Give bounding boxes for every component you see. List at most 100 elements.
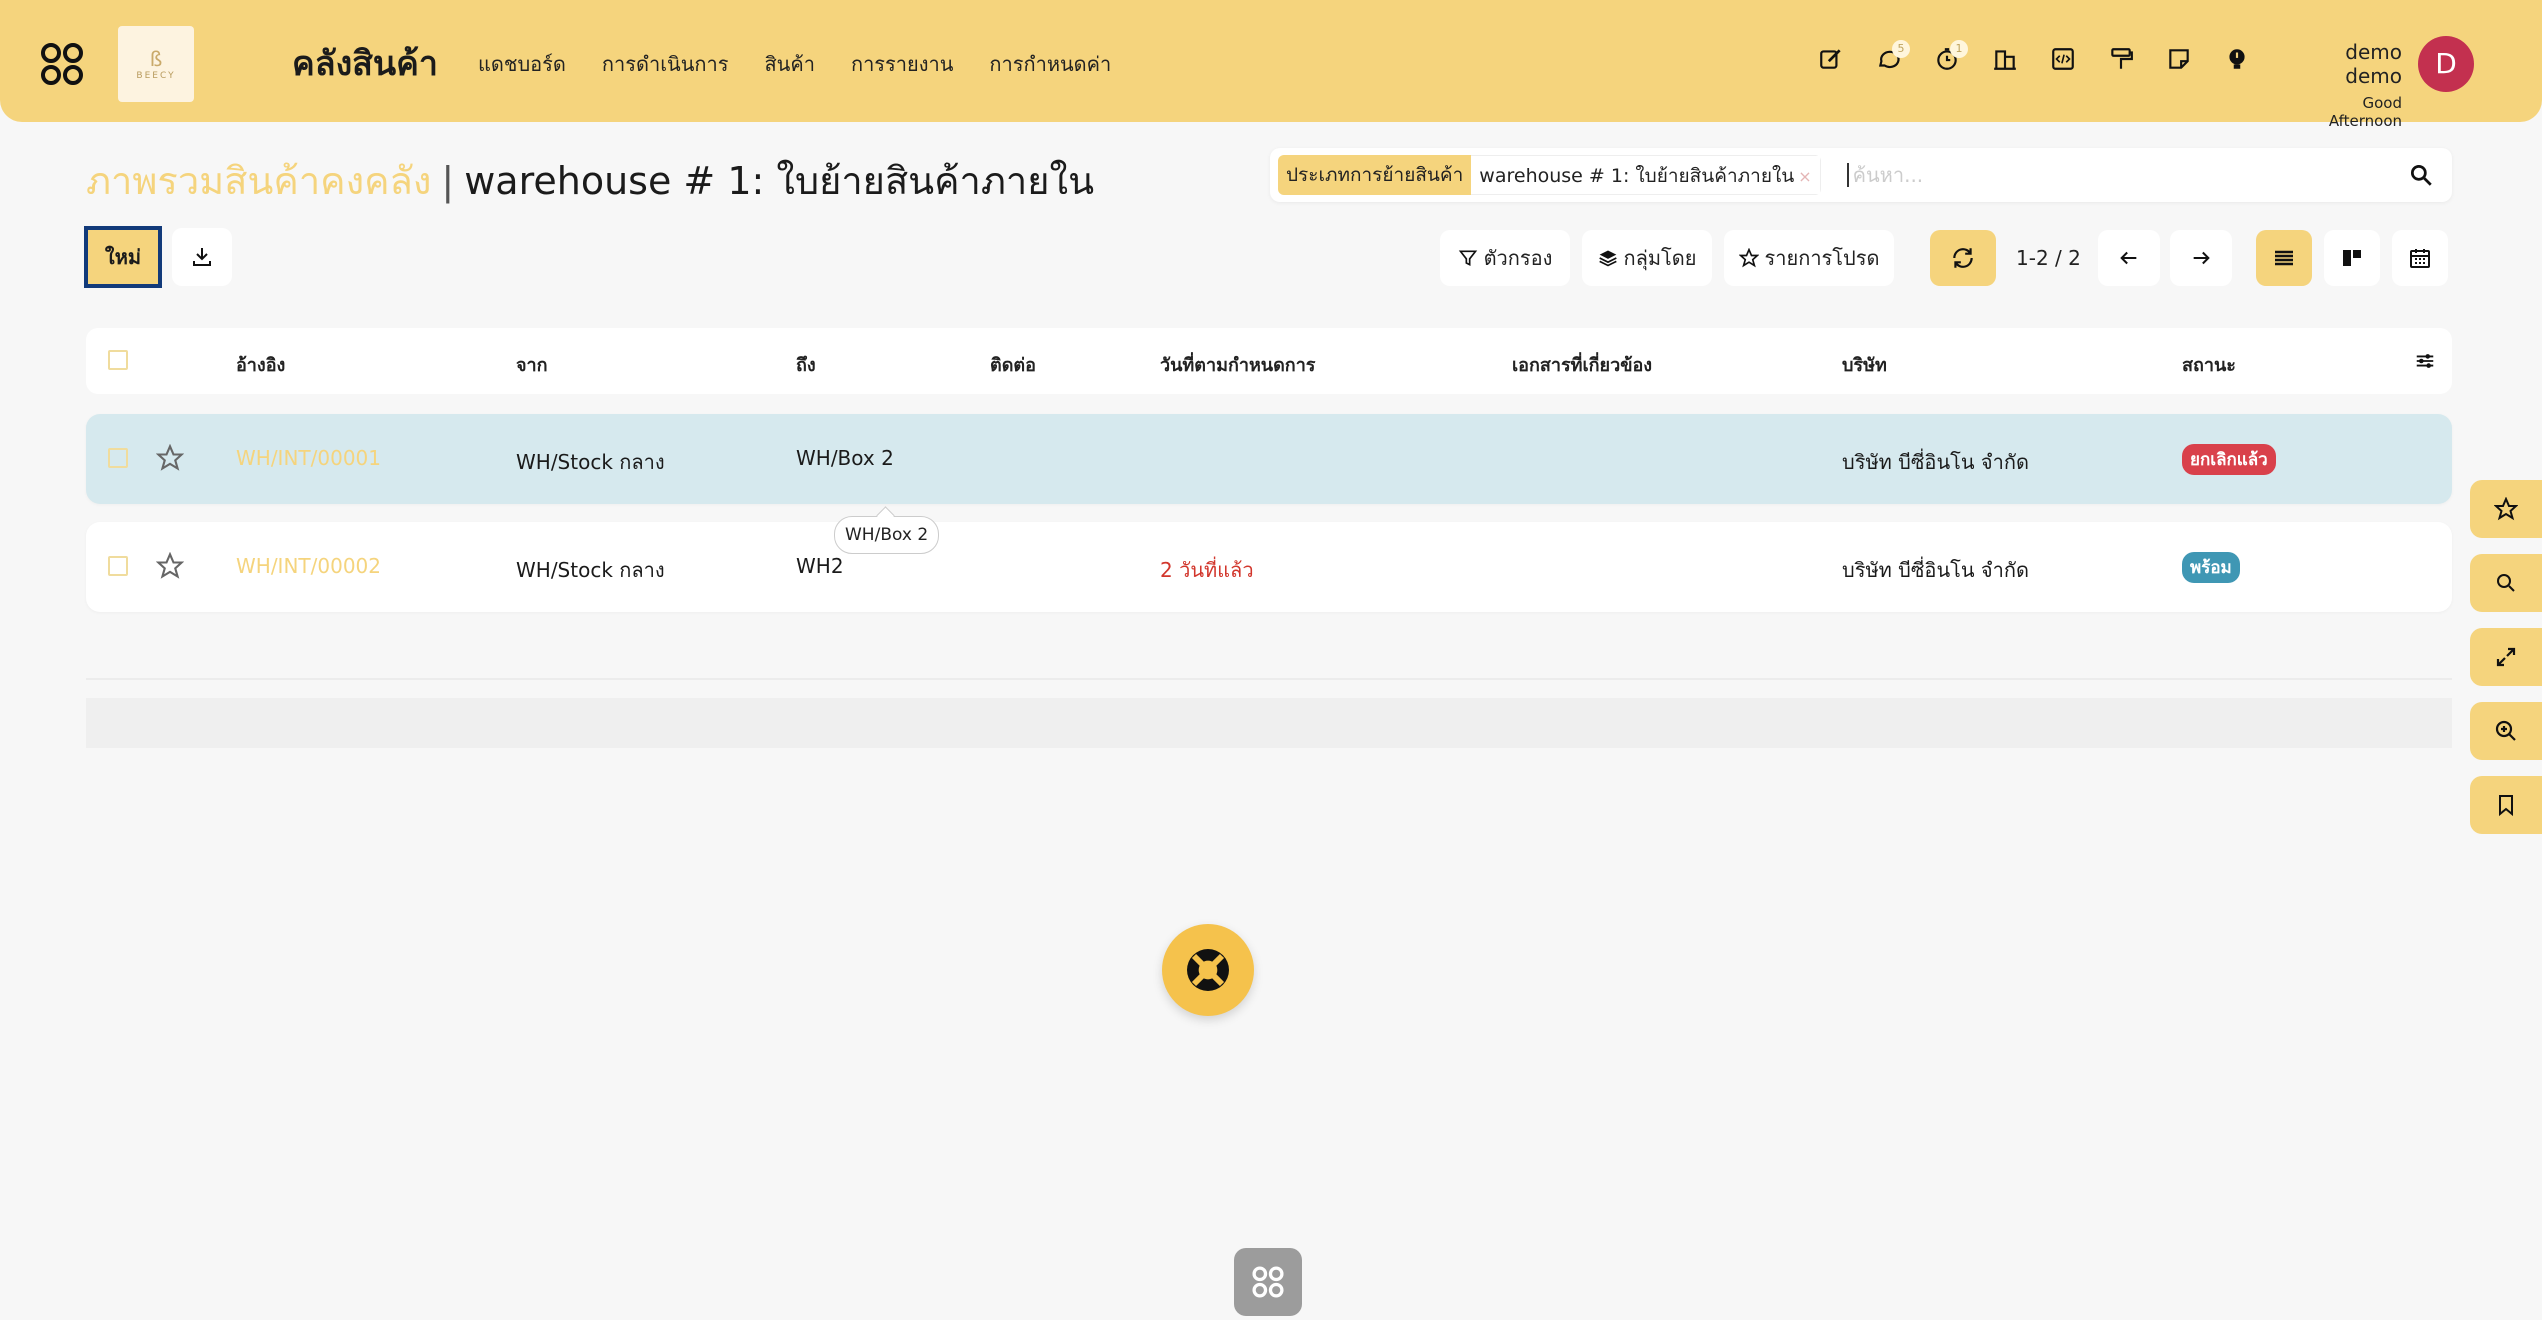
cell-to: WH/Box 2 — [796, 446, 894, 470]
systray: 5 1 — [1818, 40, 2250, 76]
note-icon[interactable] — [2166, 46, 2192, 76]
zoom-in-icon — [2495, 720, 2516, 741]
side-bookmark-button[interactable] — [2470, 776, 2542, 834]
column-status[interactable]: สถานะ — [2182, 350, 2236, 379]
activity-badge: 1 — [1950, 40, 1968, 58]
side-expand-button[interactable] — [2470, 628, 2542, 686]
column-scheduled-date[interactable]: วันที่ตามกำหนดการ — [1160, 350, 1315, 379]
side-zoom-button[interactable] — [2470, 702, 2542, 760]
favorite-star-icon[interactable] — [156, 552, 184, 580]
select-all-checkbox[interactable] — [108, 350, 128, 370]
search-icon — [2497, 574, 2515, 592]
column-source-document[interactable]: เอกสารที่เกี่ยวข้อง — [1512, 350, 1652, 379]
menu-item-configuration[interactable]: การกำหนดค่า — [989, 48, 1111, 80]
facet-remove-icon[interactable]: × — [1798, 167, 1811, 186]
search-input[interactable] — [1846, 163, 2408, 187]
menu-item-reporting[interactable]: การรายงาน — [851, 48, 953, 80]
lifebuoy-icon — [1187, 949, 1229, 991]
user-menu[interactable]: demo demo Good Afternoon — [2290, 40, 2402, 130]
breadcrumb-parent-link[interactable]: ภาพรวมสินค้าคงคลัง — [86, 150, 431, 211]
apps-menu-icon[interactable] — [40, 42, 84, 86]
activity-clock-icon[interactable]: 1 — [1934, 40, 1968, 76]
pager-previous-button[interactable] — [2098, 230, 2160, 286]
breadcrumb-current: warehouse # 1: ใบย้ายสินค้าภายใน — [464, 159, 1095, 203]
menu-item-operations[interactable]: การดำเนินการ — [602, 48, 729, 80]
app-title[interactable]: คลังสินค้า — [292, 36, 438, 90]
greeting-text: Good Afternoon — [2328, 94, 2402, 130]
side-toolbar — [2470, 480, 2542, 834]
paint-roller-icon[interactable] — [2108, 46, 2134, 76]
messages-icon[interactable]: 5 — [1876, 40, 1910, 76]
facet-value: warehouse # 1: ใบย้ายสินค้าภายใน × — [1471, 155, 1821, 195]
star-icon — [1738, 248, 1759, 268]
star-icon — [2494, 497, 2518, 521]
download-button[interactable] — [172, 228, 232, 286]
status-badge: ยกเลิกแล้ว — [2182, 444, 2276, 475]
cell-company: บริษัท บีซี่อินโน จำกัด — [1842, 450, 2029, 474]
list-view-icon — [2275, 250, 2293, 266]
column-to[interactable]: ถึง — [796, 350, 816, 379]
list-view-button[interactable] — [2256, 230, 2312, 286]
filters-label: ตัวกรอง — [1483, 246, 1553, 270]
menu-item-dashboard[interactable]: แดชบอร์ด — [478, 48, 566, 80]
breadcrumb: ภาพรวมสินค้าคงคลัง | warehouse # 1: ใบย้… — [86, 150, 1094, 211]
top-navbar: ß BEECY คลังสินค้า แดชบอร์ด การดำเนินการ… — [0, 0, 2542, 130]
favorites-label: รายการโปรด — [1764, 246, 1880, 270]
avatar[interactable]: D — [2418, 36, 2474, 92]
optional-columns-icon[interactable] — [2414, 350, 2436, 372]
pager-next-button[interactable] — [2170, 230, 2232, 286]
side-favorite-button[interactable] — [2470, 480, 2542, 538]
group-by-button[interactable]: กลุ่มโดย — [1582, 230, 1712, 286]
table-footer-divider — [86, 678, 2452, 680]
menu-item-products[interactable]: สินค้า — [764, 48, 815, 80]
messages-badge: 5 — [1892, 40, 1910, 58]
column-from[interactable]: จาก — [516, 350, 548, 379]
column-reference[interactable]: อ้างอิง — [236, 350, 285, 379]
main-menu: แดชบอร์ด การดำเนินการ สินค้า การรายงาน ก… — [478, 48, 1111, 80]
search-facet[interactable]: ประเภทการย้ายสินค้า warehouse # 1: ใบย้า… — [1278, 155, 1821, 195]
filters-button[interactable]: ตัวกรอง — [1440, 230, 1570, 286]
pager-value[interactable]: 1-2 / 2 — [2016, 246, 2081, 270]
apps-grid-icon — [1252, 1266, 1284, 1298]
cell-from: WH/Stock กลาง — [516, 558, 665, 582]
row-checkbox[interactable] — [108, 448, 128, 468]
side-search-button[interactable] — [2470, 554, 2542, 612]
cell-reference: WH/INT/00002 — [236, 554, 381, 578]
table-footer — [86, 698, 2452, 748]
table-row[interactable]: WH/INT/00001 WH/Stock กลาง WH/Box 2 บริษ… — [86, 414, 2452, 504]
table-header: อ้างอิง จาก ถึง ติดต่อ วันที่ตามกำหนดการ… — [86, 328, 2452, 394]
calendar-icon — [2410, 249, 2430, 268]
lightbulb-icon[interactable] — [2224, 46, 2250, 76]
refresh-icon — [1953, 248, 1973, 268]
row-checkbox[interactable] — [108, 556, 128, 576]
company-building-icon[interactable] — [1992, 46, 2018, 76]
group-by-label: กลุ่มโดย — [1623, 246, 1697, 270]
search-icon[interactable] — [2408, 162, 2434, 188]
column-company[interactable]: บริษัท — [1842, 350, 1887, 379]
facet-label: ประเภทการย้ายสินค้า — [1278, 155, 1472, 195]
cell-scheduled-date: 2 วันที่แล้ว — [1160, 558, 1254, 582]
favorite-star-icon[interactable] — [156, 444, 184, 472]
status-badge: พร้อม — [2182, 552, 2240, 583]
company-logo[interactable]: ß BEECY — [118, 26, 194, 102]
help-lifebuoy-button[interactable] — [1162, 924, 1254, 1016]
user-name: demo demo — [2345, 40, 2402, 88]
code-icon[interactable] — [2050, 46, 2076, 76]
bottom-apps-button[interactable] — [1234, 1248, 1302, 1316]
filter-icon — [1458, 250, 1477, 267]
cell-from: WH/Stock กลาง — [516, 450, 665, 474]
cell-tooltip: WH/Box 2 — [834, 516, 940, 554]
arrow-left-icon — [2120, 251, 2137, 265]
favorites-button[interactable]: รายการโปรด — [1724, 230, 1894, 286]
refresh-button[interactable] — [1930, 230, 1996, 286]
download-icon — [193, 248, 211, 266]
table-row[interactable]: WH/INT/00002 WH/Stock กลาง WH2 2 วันที่แ… — [86, 522, 2452, 612]
calendar-view-button[interactable] — [2392, 230, 2448, 286]
kanban-view-button[interactable] — [2324, 230, 2380, 286]
edit-icon[interactable] — [1818, 46, 1844, 76]
layers-icon — [1598, 250, 1617, 267]
kanban-view-icon — [2343, 250, 2361, 266]
new-button[interactable]: ใหม่ — [84, 226, 162, 288]
cell-reference: WH/INT/00001 — [236, 446, 381, 470]
column-contact[interactable]: ติดต่อ — [990, 350, 1036, 379]
